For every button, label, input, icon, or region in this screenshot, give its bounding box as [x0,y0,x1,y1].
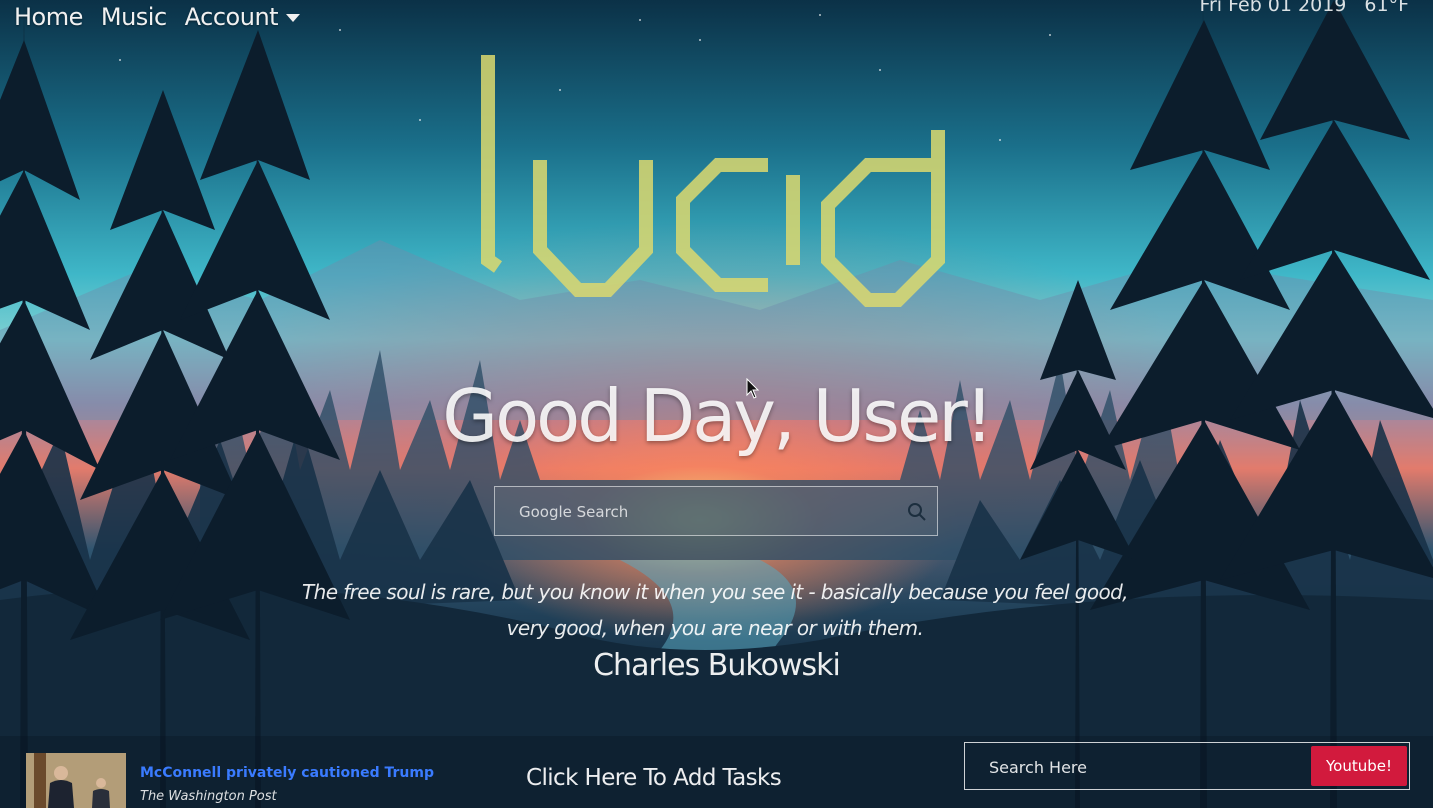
search-icon[interactable] [907,502,927,522]
google-search-box [494,486,938,537]
mouse-pointer-icon [746,378,760,399]
youtube-search-input[interactable] [965,743,1331,791]
top-nav: Home Music Account [14,0,301,34]
lucid-logo: lucid [481,55,945,307]
quote-author: Charles Bukowski [593,648,841,683]
quote-line-1: The free soul is rare, but you know it w… [302,580,1129,604]
news-source: The Washington Post [140,789,277,804]
greeting-heading: Good Day, User! [442,374,993,458]
nav-music-link[interactable]: Music [101,3,167,31]
quote-line-2: very good, when you are near or with the… [506,616,924,640]
nav-account-dropdown[interactable]: Account [184,3,301,31]
nav-home-link[interactable]: Home [14,3,83,31]
youtube-search-box: Youtube! [964,742,1410,791]
nav-account-label: Account [184,3,279,31]
status-bar: Fri Feb 01 2019 61°F [1199,0,1409,16]
chevron-down-icon [286,14,301,22]
news-thumbnail [26,753,126,808]
add-tasks-button[interactable]: Click Here To Add Tasks [526,765,782,791]
youtube-search-button[interactable]: Youtube! [1311,746,1407,786]
quote-text: The free soul is rare, but you know it w… [290,574,1140,646]
news-title[interactable]: McConnell privately cautioned Trump [140,765,434,781]
date-display: Fri Feb 01 2019 [1199,0,1347,16]
google-search-input[interactable] [495,487,911,537]
temperature-display: 61°F [1364,0,1409,16]
news-item[interactable]: McConnell privately cautioned Trump The … [26,753,434,808]
